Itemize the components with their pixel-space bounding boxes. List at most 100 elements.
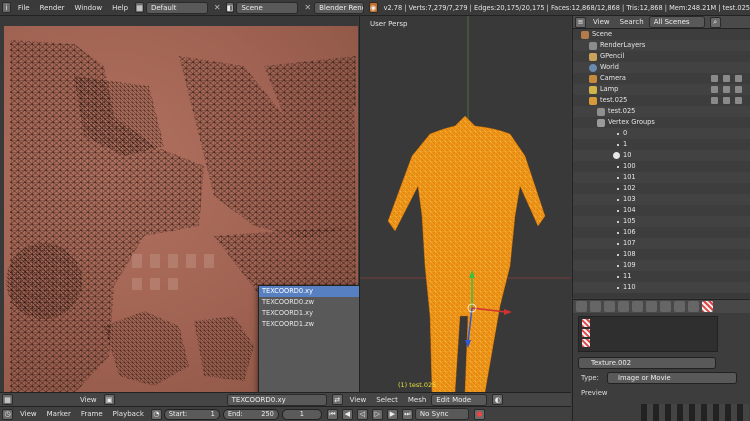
viewport-select-menu[interactable]: Select — [371, 396, 403, 404]
mode-dropdown[interactable]: Edit Mode — [431, 393, 488, 406]
outliner-item-world[interactable]: World — [573, 62, 750, 73]
texture-slot-icon[interactable] — [582, 319, 590, 327]
constraints-tab-icon[interactable] — [646, 301, 657, 312]
render-icon[interactable] — [735, 97, 742, 104]
texture-tab-icon[interactable] — [702, 301, 713, 312]
vertex-group-item[interactable]: 109 — [573, 260, 750, 271]
vertex-group-item[interactable]: 1 — [573, 139, 750, 150]
outliner-item-camera[interactable]: Camera — [573, 73, 750, 84]
play-icon[interactable]: ▷ — [371, 408, 383, 420]
outliner-tree: Scene RenderLayers GPencil World Camera … — [573, 29, 750, 293]
outliner-item-lamp[interactable]: Lamp — [573, 84, 750, 95]
scene-tab-icon[interactable] — [604, 301, 615, 312]
uv-view-menu[interactable]: View — [75, 396, 102, 404]
close-icon[interactable]: ✕ — [214, 3, 221, 12]
jump-end-icon[interactable]: ⏭ — [401, 408, 413, 420]
lamp-icon — [589, 85, 597, 94]
timeline-view-menu[interactable]: View — [15, 410, 42, 418]
vertex-group-dot-icon — [617, 253, 619, 256]
shading-icon[interactable]: ◐ — [492, 394, 504, 405]
image-browse-icon[interactable]: ▣ — [103, 394, 115, 405]
render-icon[interactable] — [735, 86, 742, 93]
timeline-frame-menu[interactable]: Frame — [76, 410, 108, 418]
vertex-group-dot-icon — [617, 165, 619, 168]
visibility-icon[interactable] — [711, 86, 718, 93]
render-engine-dropdown[interactable]: Blender Render — [314, 1, 364, 14]
editor-type-icon[interactable]: ◷ — [2, 408, 13, 420]
vertex-group-item[interactable]: 107 — [573, 238, 750, 249]
menu-render[interactable]: Render — [35, 4, 70, 12]
vertex-group-dot-icon — [617, 264, 619, 267]
screen-layout-icon[interactable]: ▦ — [135, 2, 144, 13]
vertex-group-item[interactable]: 105 — [573, 216, 750, 227]
outliner-filter-dropdown[interactable]: All Scenes — [648, 16, 705, 28]
select-icon[interactable] — [723, 86, 730, 93]
close-icon[interactable]: ✕ — [304, 3, 311, 12]
vertex-group-item[interactable]: 10 — [573, 150, 750, 161]
world-tab-icon[interactable] — [618, 301, 629, 312]
screen-layout-dropdown[interactable]: Default — [145, 1, 208, 14]
layers-tab-icon[interactable] — [590, 301, 601, 312]
viewport-view-menu[interactable]: View — [345, 396, 372, 404]
editor-type-icon[interactable]: i — [2, 2, 11, 13]
data-tab-icon[interactable] — [674, 301, 685, 312]
outliner-item-vertex-groups[interactable]: Vertex Groups — [573, 117, 750, 128]
play-reverse-icon[interactable]: ◁ — [356, 408, 368, 420]
outliner-item-mesh-data[interactable]: test.025 — [573, 106, 750, 117]
outliner-view-menu[interactable]: View — [588, 18, 615, 26]
outliner-item-object[interactable]: test.025 — [573, 95, 750, 106]
scene-icon[interactable]: ◧ — [225, 2, 235, 13]
uv-sync-icon[interactable]: ⇄ — [331, 394, 343, 405]
modifiers-tab-icon[interactable] — [660, 301, 671, 312]
prev-keyframe-icon[interactable]: ◀ — [341, 408, 353, 420]
vertex-group-item[interactable]: 100 — [573, 161, 750, 172]
texture-type-dropdown[interactable]: Image or Movie — [607, 372, 737, 384]
outliner-item-renderlayers[interactable]: RenderLayers — [573, 40, 750, 51]
uvmap-dropdown[interactable]: TEXCOORD0.xy — [226, 393, 327, 406]
sync-mode-dropdown[interactable]: No Sync — [414, 408, 469, 420]
outliner-item-scene[interactable]: Scene — [573, 29, 750, 40]
3d-viewport[interactable]: User Persp (1) test.025 — [359, 16, 571, 392]
next-keyframe-icon[interactable]: ▶ — [386, 408, 398, 420]
texture-slot-icon[interactable] — [582, 339, 590, 347]
vertex-group-item[interactable]: 101 — [573, 172, 750, 183]
preview-range-icon[interactable]: ◔ — [150, 408, 162, 420]
select-icon[interactable] — [723, 75, 730, 82]
texture-slot-icon[interactable] — [582, 329, 590, 337]
jump-start-icon[interactable]: ⏮ — [326, 408, 338, 420]
texture-slot-list[interactable] — [578, 316, 718, 352]
start-frame-field[interactable]: Start: 1 — [163, 408, 220, 420]
vertex-group-item[interactable]: 104 — [573, 205, 750, 216]
scene-dropdown[interactable]: Scene — [236, 1, 299, 14]
render-tab-icon[interactable] — [576, 301, 587, 312]
record-icon[interactable]: ● — [473, 408, 485, 420]
editor-type-icon[interactable]: ≡ — [575, 16, 586, 28]
vertex-group-item[interactable]: 102 — [573, 183, 750, 194]
material-tab-icon[interactable] — [688, 301, 699, 312]
object-tab-icon[interactable] — [632, 301, 643, 312]
current-frame-field[interactable]: 1 — [281, 408, 322, 420]
visibility-icon[interactable] — [711, 97, 718, 104]
timeline-marker-menu[interactable]: Marker — [42, 410, 76, 418]
vertex-group-item[interactable]: 110 — [573, 282, 750, 293]
vertex-group-item[interactable]: 11 — [573, 271, 750, 282]
visibility-icon[interactable] — [711, 75, 718, 82]
timeline-playback-menu[interactable]: Playback — [108, 410, 149, 418]
menu-help[interactable]: Help — [107, 4, 133, 12]
vertex-group-item[interactable]: 103 — [573, 194, 750, 205]
vertex-group-item[interactable]: 108 — [573, 249, 750, 260]
preview-panel-header[interactable]: Preview — [581, 389, 607, 397]
editor-type-icon[interactable]: ▦ — [2, 394, 13, 405]
select-icon[interactable] — [723, 97, 730, 104]
end-frame-field[interactable]: End: 250 — [222, 408, 279, 420]
viewport-mesh-menu[interactable]: Mesh — [403, 396, 431, 404]
search-icon[interactable]: ⌕ — [709, 16, 721, 28]
texture-name-field[interactable]: Texture.002 — [578, 357, 716, 369]
render-icon[interactable] — [735, 75, 742, 82]
vertex-group-item[interactable]: 0 — [573, 128, 750, 139]
outliner-search-menu[interactable]: Search — [615, 18, 649, 26]
vertex-group-item[interactable]: 106 — [573, 227, 750, 238]
menu-window[interactable]: Window — [70, 4, 108, 12]
menu-file[interactable]: File — [13, 4, 35, 12]
outliner-item-gpencil[interactable]: GPencil — [573, 51, 750, 62]
